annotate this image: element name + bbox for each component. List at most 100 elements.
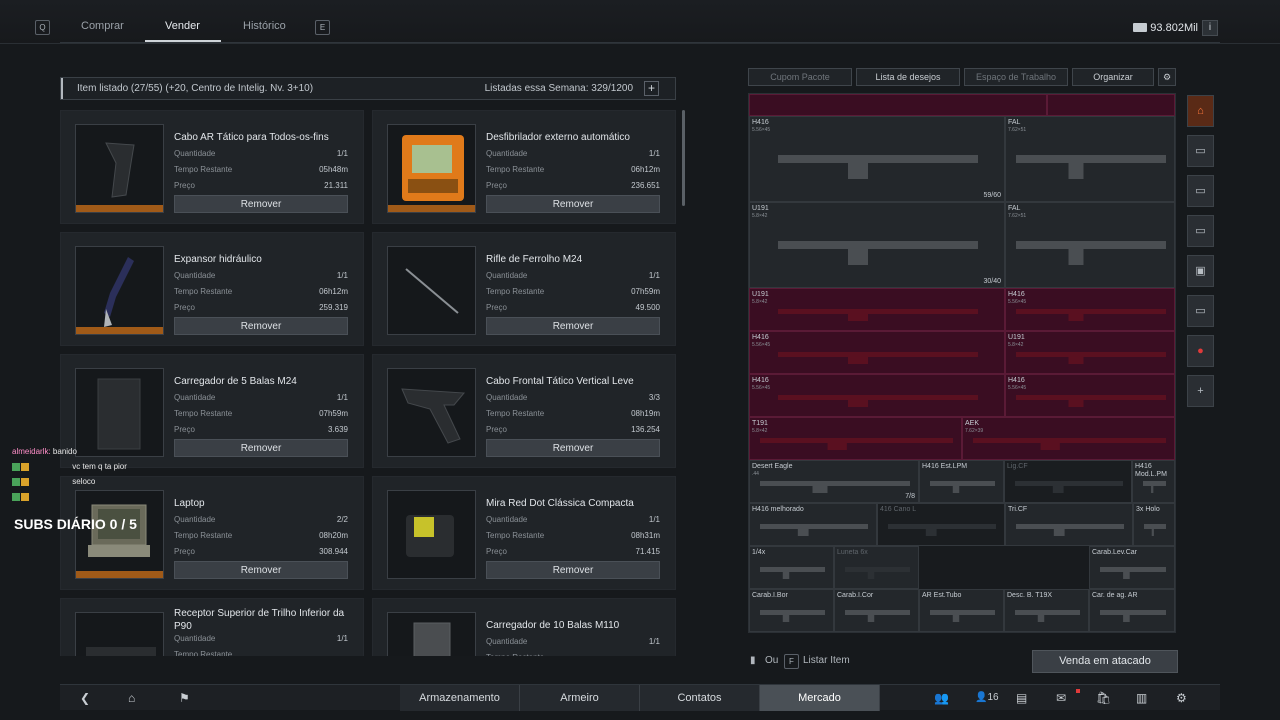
remove-button[interactable]: Remover bbox=[174, 195, 348, 213]
inventory-cell[interactable]: U191 5.8×42 bbox=[1005, 331, 1175, 374]
inventory-cell[interactable]: Desert Eagle .44 7/8 bbox=[749, 460, 919, 503]
inventory-cell[interactable]: H416 5.56×45 bbox=[1005, 374, 1175, 417]
flag-icon[interactable]: ⚑ bbox=[179, 691, 190, 705]
remove-button[interactable]: Remover bbox=[486, 439, 660, 457]
nav-armory[interactable]: Armeiro bbox=[520, 685, 640, 711]
inventory-cell[interactable]: FAL 7.62×51 bbox=[1005, 202, 1175, 288]
mail-notification-dot bbox=[1076, 689, 1080, 693]
time-left-row: Tempo Restante 08h20m bbox=[174, 531, 348, 540]
listing-card: Expansor hidráulico Quantidade 1/1 Tempo Re… bbox=[60, 232, 364, 346]
item-name: Laptop bbox=[174, 498, 205, 509]
listing-scrollbar[interactable] bbox=[682, 110, 685, 206]
tab-sell[interactable]: Vender bbox=[165, 20, 200, 40]
tab-buy[interactable]: Comprar bbox=[81, 20, 124, 40]
wishlist-button[interactable]: Lista de desejos bbox=[856, 68, 960, 86]
inventory-cell[interactable]: T191 5.8×42 bbox=[749, 417, 962, 460]
inventory-cell[interactable]: Car. de ag. AR bbox=[1089, 589, 1175, 632]
inventory-cell[interactable]: 3x Holo bbox=[1133, 503, 1175, 546]
list-item-label: Listar Item bbox=[803, 655, 850, 666]
settings-icon[interactable]: ⚙ bbox=[1176, 691, 1187, 705]
inventory-cell[interactable]: H416 Est.LPM bbox=[919, 460, 1004, 503]
quantity-row: Quantidade 1/1 bbox=[174, 271, 348, 280]
inventory-cell[interactable]: H416 Mod.L.PM bbox=[1132, 460, 1175, 503]
item-image bbox=[760, 438, 953, 450]
top-bar: Q Comprar Vender Histórico E 93.802Mil i bbox=[0, 0, 1280, 44]
inventory-cell[interactable]: H416 5.56×45 bbox=[749, 374, 1005, 417]
organize-button[interactable]: Organizar bbox=[1072, 68, 1154, 86]
inventory-cell[interactable]: Carab.I.Bor bbox=[749, 589, 834, 632]
settings-gear-icon[interactable]: ⚙ bbox=[1158, 68, 1176, 86]
backpack-icon[interactable]: ▭ bbox=[1187, 135, 1214, 167]
item-thumbnail bbox=[387, 124, 476, 213]
home-icon[interactable]: ⌂ bbox=[128, 691, 135, 705]
inventory-cell[interactable]: Carab.Lev.Car bbox=[1089, 546, 1175, 589]
inventory-cell[interactable]: H416 5.56×45 bbox=[1005, 288, 1175, 331]
inventory-cell[interactable]: 416 Cano L bbox=[877, 503, 1005, 546]
info-button[interactable]: i bbox=[1202, 20, 1218, 36]
weekly-listed: Listadas essa Semana: 329/1200 bbox=[484, 83, 633, 94]
inventory-cell[interactable]: Car. de ag. AR bbox=[749, 632, 834, 633]
listing-card: Carregador de 10 Balas M110 Quantidade 1/1… bbox=[372, 598, 676, 656]
inventory-cell[interactable]: H416 5.56×45 59/60 bbox=[749, 116, 1005, 202]
time-left-row: Tempo Restante 06h12m bbox=[174, 287, 348, 296]
quantity-row: Quantidade 1/1 bbox=[174, 634, 348, 643]
item-thumbnail bbox=[75, 368, 164, 457]
inventory-cell[interactable]: 20mm MicoT bbox=[919, 632, 1004, 633]
price-row: Preço 49.500 bbox=[486, 303, 660, 312]
inventory-cell[interactable] bbox=[1047, 94, 1175, 116]
inventory-cell[interactable]: H416 5.56×45 bbox=[749, 331, 1005, 374]
inventory-cell[interactable]: 1/4x bbox=[749, 546, 834, 589]
quantity-row: Quantidade 1/1 bbox=[174, 393, 348, 402]
item-image bbox=[778, 241, 978, 265]
package-coupon-button[interactable]: Cupom Pacote bbox=[748, 68, 852, 86]
remove-button[interactable]: Remover bbox=[174, 317, 348, 335]
inventory-cell[interactable]: Luneta 6x bbox=[834, 546, 919, 589]
friends-icon[interactable]: 👥 bbox=[934, 691, 949, 705]
shop-icon[interactable]: 🛍 bbox=[1096, 691, 1111, 705]
case-icon[interactable]: ▭ bbox=[1187, 175, 1214, 207]
mail-icon[interactable]: ✉ bbox=[1056, 691, 1066, 705]
item-image bbox=[778, 395, 978, 407]
inventory-cell[interactable]: Lig.CF bbox=[1004, 460, 1132, 503]
bulk-sell-button[interactable]: Venda em atacado bbox=[1032, 650, 1178, 673]
inventory-cell[interactable]: Carab.I.Cor bbox=[834, 589, 919, 632]
item-image bbox=[778, 155, 978, 179]
listing-card: Cabo Frontal Tático Vertical Leve Quantid… bbox=[372, 354, 676, 468]
remove-button[interactable]: Remover bbox=[486, 561, 660, 579]
item-image bbox=[1016, 155, 1166, 179]
party-icon[interactable]: 👤16 bbox=[975, 692, 999, 703]
workspace-button[interactable]: Espaço de Trabalho bbox=[964, 68, 1068, 86]
nav-market[interactable]: Mercado bbox=[760, 685, 880, 711]
red-case-icon[interactable]: ● bbox=[1187, 335, 1214, 367]
inventory-cell[interactable]: Desc. B. T19X bbox=[1004, 589, 1089, 632]
tab-history[interactable]: Histórico bbox=[243, 20, 286, 40]
ammo-box-icon[interactable]: ▣ bbox=[1187, 255, 1214, 287]
inventory-cell[interactable]: AEK 7.62×39 bbox=[962, 417, 1175, 460]
remove-button[interactable]: Remover bbox=[174, 439, 348, 457]
inventory-cell[interactable]: H416 melhorado bbox=[749, 503, 877, 546]
home-container-icon[interactable]: ⌂ bbox=[1187, 95, 1214, 127]
nav-storage[interactable]: Armazenamento bbox=[400, 685, 520, 711]
inventory-cell[interactable]: U191 5.8×42 bbox=[749, 288, 1005, 331]
inventory-cell[interactable]: 20mm MicoT bbox=[834, 632, 919, 633]
medical-box-icon[interactable]: ▭ bbox=[1187, 295, 1214, 327]
notes-icon[interactable]: ▥ bbox=[1136, 691, 1147, 705]
box-icon[interactable]: ▭ bbox=[1187, 215, 1214, 247]
add-container-icon[interactable]: + bbox=[1187, 375, 1214, 407]
remove-button[interactable]: Remover bbox=[174, 561, 348, 579]
chat-line: seloco bbox=[12, 477, 172, 492]
inventory-cell[interactable]: AR Est.Tubo bbox=[919, 589, 1004, 632]
inventory-cell[interactable]: Tri.CF bbox=[1005, 503, 1133, 546]
time-left-row: Tempo Restante 07h59m bbox=[486, 287, 660, 296]
nav-contacts[interactable]: Contatos bbox=[640, 685, 760, 711]
expand-slots-button[interactable]: + bbox=[644, 81, 659, 96]
chat-icon[interactable]: ▤ bbox=[1016, 691, 1027, 705]
back-arrow-icon[interactable]: ❮ bbox=[80, 691, 90, 705]
item-image bbox=[973, 438, 1166, 450]
inventory-cell[interactable]: U191 5.8×42 30/40 bbox=[749, 202, 1005, 288]
remove-button[interactable]: Remover bbox=[486, 317, 660, 335]
remove-button[interactable]: Remover bbox=[486, 195, 660, 213]
quantity-row: Quantidade 1/1 bbox=[174, 149, 348, 158]
inventory-cell[interactable]: FAL 7.62×51 bbox=[1005, 116, 1175, 202]
inventory-cell[interactable] bbox=[749, 94, 1047, 116]
